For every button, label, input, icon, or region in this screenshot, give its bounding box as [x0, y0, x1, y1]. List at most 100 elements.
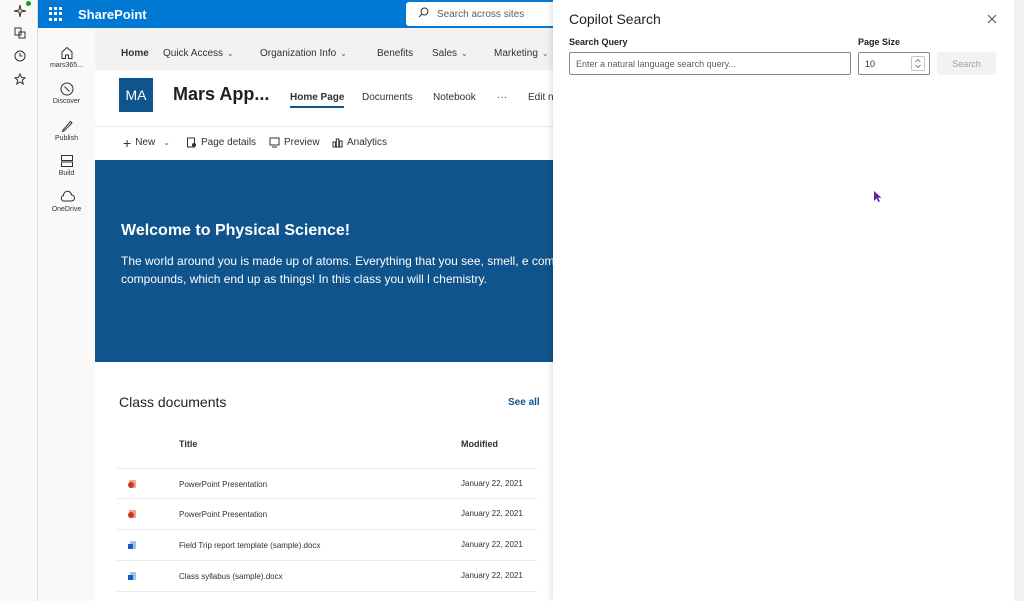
page-size-input[interactable]: 10: [858, 52, 930, 75]
copilot-sparkle-icon[interactable]: [13, 4, 27, 18]
page-size-value: 10: [865, 59, 876, 69]
document-name[interactable]: Field Trip report template (sample).docx: [179, 541, 320, 550]
appbar-item-onedrive[interactable]: OneDrive: [38, 190, 95, 213]
preview-icon: [269, 137, 280, 148]
powerpoint-icon: [128, 510, 136, 518]
app-bar: mars365... Discover Publish Build OneDri…: [38, 28, 95, 601]
chevron-down-icon: ⌄: [340, 49, 347, 58]
home-icon: [61, 46, 72, 59]
analytics-button[interactable]: Analytics: [332, 137, 387, 148]
hubnav-benefits[interactable]: Benefits: [377, 48, 413, 59]
command-bar: + New ⌄ Page details Preview Analytics: [95, 126, 565, 160]
page-details-button[interactable]: Page details: [186, 137, 256, 148]
chevron-down-icon: ⌄: [227, 49, 234, 58]
document-name[interactable]: Class syllabus (sample).docx: [179, 572, 283, 581]
column-header-title[interactable]: Title: [179, 439, 197, 449]
site-search-box[interactable]: Search across sites: [406, 2, 566, 26]
search-query-label: Search Query: [569, 37, 628, 47]
compass-icon: [60, 82, 73, 96]
class-documents-title: Class documents: [119, 394, 227, 410]
column-header-modified[interactable]: Modified: [461, 439, 498, 449]
appbar-label-onedrive: OneDrive: [51, 206, 82, 213]
site-title[interactable]: Mars App...: [173, 84, 269, 105]
site-nav-more[interactable]: ···: [497, 92, 507, 103]
cloud-icon: [60, 190, 75, 202]
document-name[interactable]: PowerPoint Presentation: [179, 480, 267, 489]
hubnav-sales[interactable]: Sales ⌄: [432, 48, 468, 59]
hub-navigation: Home Quick Access ⌄ Organization Info ⌄ Be…: [95, 38, 565, 70]
appbar-label-discover: Discover: [52, 98, 81, 105]
left-rail: [0, 0, 38, 601]
close-button[interactable]: [985, 12, 999, 26]
appbar-item-discover[interactable]: Discover: [38, 82, 95, 105]
document-row[interactable]: [117, 591, 537, 601]
page-details-label: Page details: [201, 137, 257, 148]
appbar-item-publish[interactable]: Publish: [38, 119, 95, 142]
new-button[interactable]: + New ⌄: [123, 134, 170, 151]
plus-icon: +: [123, 134, 132, 151]
powerpoint-icon: [128, 480, 136, 488]
document-modified: January 22, 2021: [461, 540, 523, 549]
favorites-star-icon[interactable]: [13, 72, 27, 86]
panel-title: Copilot Search: [569, 11, 661, 27]
preview-button[interactable]: Preview: [269, 137, 320, 148]
sharepoint-page: Home Quick Access ⌄ Organization Info ⌄ Be…: [95, 38, 565, 601]
chevron-down-icon: ⌄: [163, 138, 170, 147]
document-name[interactable]: PowerPoint Presentation: [179, 510, 267, 519]
pen-icon: [61, 120, 73, 133]
word-icon: [128, 541, 136, 549]
spinner-icon[interactable]: [911, 56, 925, 71]
document-modified: January 22, 2021: [461, 509, 523, 518]
site-header: MA Mars App... Home Page Documents Noteb…: [95, 70, 565, 126]
search-button[interactable]: Search: [937, 52, 996, 75]
chevron-down-icon: ⌄: [541, 49, 549, 58]
word-icon: [128, 572, 136, 580]
history-icon[interactable]: [13, 49, 27, 63]
hero-title: Welcome to Physical Science!: [121, 222, 351, 239]
status-dot: [26, 1, 31, 6]
appbar-item-home[interactable]: mars365...: [38, 46, 95, 69]
site-nav-notebook[interactable]: Notebook: [433, 92, 476, 103]
search-query-input[interactable]: [569, 52, 851, 75]
document-row[interactable]: PowerPoint Presentation January 22, 2021: [117, 498, 537, 528]
document-row[interactable]: PowerPoint Presentation January 22, 2021: [117, 468, 537, 498]
site-logo[interactable]: MA: [119, 78, 153, 112]
brand-name[interactable]: SharePoint: [78, 7, 147, 22]
chevron-down-icon: ⌄: [461, 49, 468, 58]
analytics-icon: [332, 138, 343, 148]
document-row[interactable]: Class syllabus (sample).docx January 22,…: [117, 560, 537, 590]
appbar-item-build[interactable]: Build: [38, 154, 95, 177]
search-icon: [418, 5, 429, 23]
sites-icon[interactable]: [13, 26, 27, 40]
hubnav-quick-access[interactable]: Quick Access ⌄: [163, 48, 234, 59]
window-edge: [1014, 0, 1024, 601]
copilot-search-panel: Copilot Search Search Query Page Size 10…: [553, 0, 1014, 601]
page-details-icon: [187, 137, 196, 148]
see-all-link[interactable]: See all: [508, 397, 540, 408]
appbar-label-home: mars365...: [49, 62, 84, 69]
appbar-label-build: Build: [58, 170, 75, 177]
hubnav-marketing[interactable]: Marketing ⌄: [494, 48, 549, 59]
hubnav-label: Sales: [432, 48, 458, 59]
mouse-cursor-icon: [874, 191, 882, 202]
build-icon: [60, 155, 73, 167]
search-placeholder: Search across sites: [437, 8, 525, 20]
page-size-label: Page Size: [858, 37, 901, 47]
hero-text: The world around you is made up of atoms…: [121, 254, 565, 286]
preview-label: Preview: [284, 137, 320, 148]
hubnav-organization-info[interactable]: Organization Info ⌄: [260, 48, 347, 59]
close-icon: [987, 14, 997, 24]
site-nav-edit[interactable]: Edit n: [528, 92, 554, 103]
site-nav-documents[interactable]: Documents: [362, 92, 413, 103]
document-row[interactable]: Field Trip report template (sample).docx…: [117, 529, 537, 559]
hubnav-home[interactable]: Home: [121, 48, 149, 59]
site-nav-home-page[interactable]: Home Page: [290, 92, 345, 108]
app-launcher-icon[interactable]: [49, 7, 63, 21]
hubnav-label: Marketing: [494, 48, 538, 59]
new-label: New: [135, 137, 156, 148]
document-modified: January 22, 2021: [461, 571, 523, 580]
appbar-label-publish: Publish: [55, 135, 78, 142]
analytics-label: Analytics: [347, 137, 388, 148]
hero-banner: Welcome to Physical Science! The world a…: [95, 160, 565, 362]
document-modified: January 22, 2021: [461, 479, 523, 488]
